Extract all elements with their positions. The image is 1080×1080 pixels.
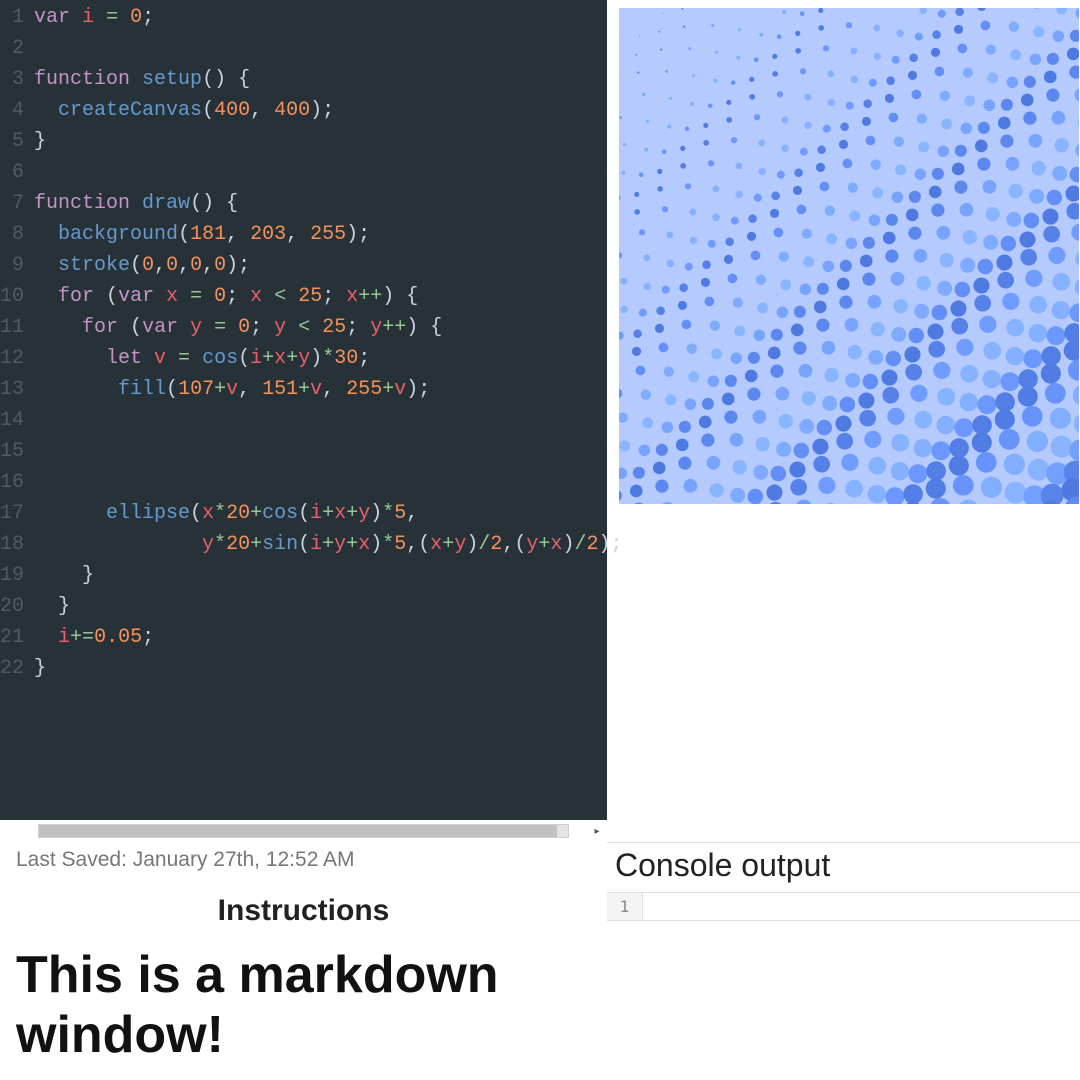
code-line[interactable]: stroke(0,0,0,0);	[34, 250, 622, 281]
line-number: 2	[0, 33, 30, 64]
line-number: 4	[0, 95, 30, 126]
line-number: 12	[0, 343, 30, 374]
line-number: 22	[0, 653, 30, 684]
code-line[interactable]	[34, 436, 622, 467]
code-line[interactable]: fill(107+v, 151+v, 255+v);	[34, 374, 622, 405]
code-line[interactable]: function setup() {	[34, 64, 622, 95]
line-number-gutter: 12345678910111213141516171819202122	[0, 0, 30, 820]
last-saved-status: Last Saved: January 27th, 12:52 AM	[0, 842, 607, 872]
scroll-right-arrow-icon[interactable]: ▸	[589, 824, 605, 838]
console-line-content[interactable]	[643, 893, 1080, 920]
code-line[interactable]: }	[34, 653, 622, 684]
code-content[interactable]: var i = 0; function setup() { createCanv…	[30, 0, 622, 820]
code-line[interactable]: function draw() {	[34, 188, 622, 219]
code-line[interactable]: i+=0.05;	[34, 622, 622, 653]
canvas-preview	[619, 8, 1079, 504]
console-row: 1	[607, 892, 1080, 921]
line-number: 3	[0, 64, 30, 95]
console-panel: Console output 1	[607, 842, 1080, 921]
scrollbar-thumb[interactable]	[39, 825, 557, 837]
line-number: 15	[0, 436, 30, 467]
code-line[interactable]	[34, 157, 622, 188]
code-line[interactable]: }	[34, 560, 622, 591]
line-number: 16	[0, 467, 30, 498]
scrollbar-track[interactable]	[38, 824, 569, 838]
code-editor[interactable]: 12345678910111213141516171819202122 var …	[0, 0, 607, 820]
code-line[interactable]	[34, 405, 622, 436]
line-number: 13	[0, 374, 30, 405]
line-number: 6	[0, 157, 30, 188]
code-line[interactable]: for (var x = 0; x < 25; x++) {	[34, 281, 622, 312]
line-number: 1	[0, 2, 30, 33]
code-line[interactable]: }	[34, 591, 622, 622]
horizontal-scrollbar[interactable]: ◂ ▸	[0, 820, 607, 842]
line-number: 10	[0, 281, 30, 312]
console-line-number: 1	[607, 893, 643, 920]
code-line[interactable]	[34, 467, 622, 498]
line-number: 7	[0, 188, 30, 219]
markdown-heading: This is a markdown window!	[0, 928, 607, 1066]
line-number: 8	[0, 219, 30, 250]
code-line[interactable]: createCanvas(400, 400);	[34, 95, 622, 126]
code-line[interactable]: for (var y = 0; y < 25; y++) {	[34, 312, 622, 343]
line-number: 19	[0, 560, 30, 591]
instructions-title: Instructions	[0, 894, 607, 928]
line-number: 5	[0, 126, 30, 157]
line-number: 11	[0, 312, 30, 343]
line-number: 20	[0, 591, 30, 622]
code-line[interactable]: var i = 0;	[34, 2, 622, 33]
line-number: 14	[0, 405, 30, 436]
code-line[interactable]: }	[34, 126, 622, 157]
line-number: 17	[0, 498, 30, 529]
line-number: 18	[0, 529, 30, 560]
code-line[interactable]: background(181, 203, 255);	[34, 219, 622, 250]
code-line[interactable]: y*20+sin(i+y+x)*5,(x+y)/2,(y+x)/2);	[34, 529, 622, 560]
line-number: 21	[0, 622, 30, 653]
line-number: 9	[0, 250, 30, 281]
code-line[interactable]: let v = cos(i+x+y)*30;	[34, 343, 622, 374]
code-line[interactable]	[34, 33, 622, 64]
code-line[interactable]: ellipse(x*20+cos(i+x+y)*5,	[34, 498, 622, 529]
console-title: Console output	[607, 847, 1080, 892]
